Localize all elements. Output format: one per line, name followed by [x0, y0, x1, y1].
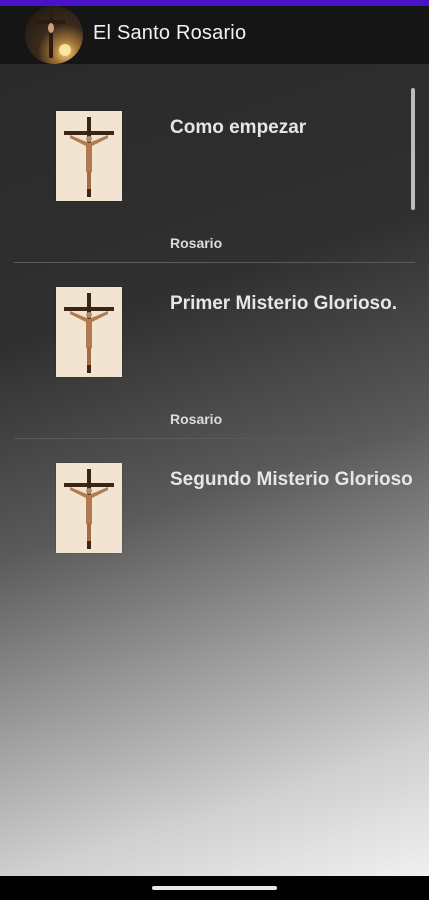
list-item[interactable]: Segundo Misterio Glorioso: [0, 416, 429, 592]
app-title: El Santo Rosario: [93, 22, 247, 44]
item-title: Primer Misterio Glorioso.: [170, 293, 397, 314]
list-item[interactable]: Primer Misterio Glorioso. Rosario: [0, 240, 429, 439]
crucifix-thumbnail-icon: [56, 111, 122, 201]
app-bar: El Santo Rosario: [0, 6, 429, 64]
home-indicator[interactable]: [152, 886, 277, 890]
screen: El Santo Rosario Como empezar Rosario Pr…: [0, 0, 429, 900]
item-title: Segundo Misterio Glorioso: [170, 469, 413, 490]
crucifix-thumbnail-icon: [56, 287, 122, 377]
list-item[interactable]: Como empezar Rosario: [0, 64, 429, 263]
navigation-bar: [0, 876, 429, 900]
app-avatar-crucifix-icon: [25, 6, 83, 64]
crucifix-thumbnail-icon: [56, 463, 122, 553]
item-title: Como empezar: [170, 117, 307, 138]
rosary-list[interactable]: Como empezar Rosario Primer Misterio Glo…: [0, 64, 429, 876]
